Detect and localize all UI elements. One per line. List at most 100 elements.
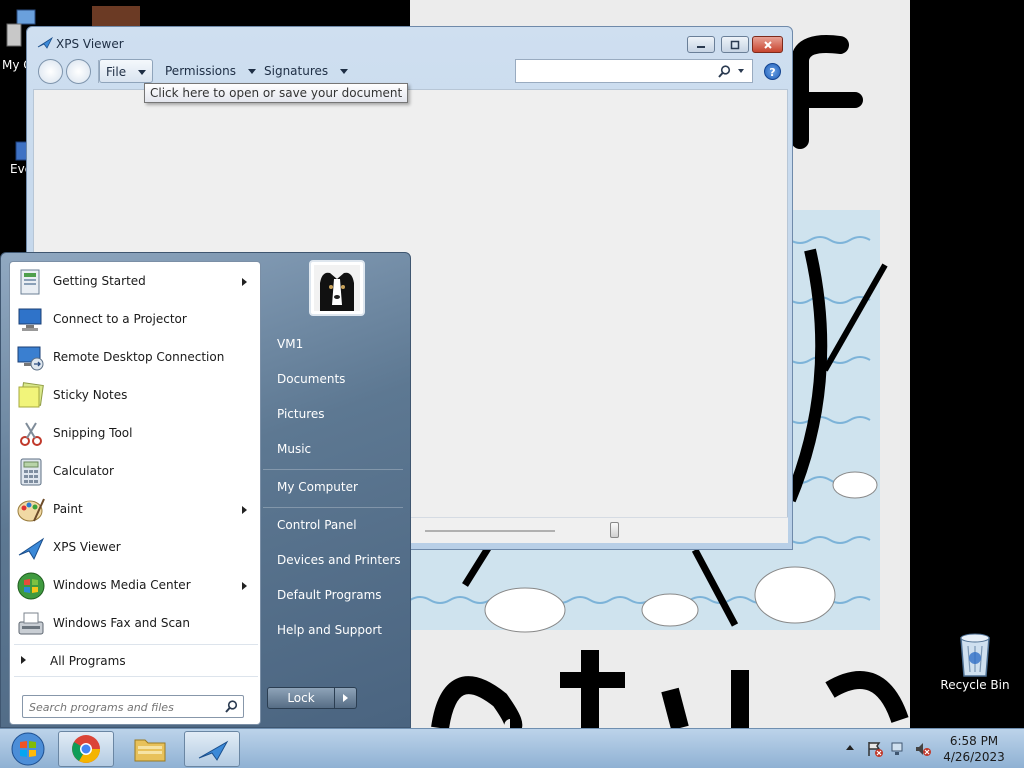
getting-started-icon [20, 269, 40, 295]
network-icon[interactable] [890, 741, 908, 757]
back-button[interactable] [38, 59, 63, 84]
permissions-menu-button[interactable]: Permissions [159, 59, 262, 83]
file-button-tooltip: Click here to open or save your document [144, 83, 409, 103]
recycle-bin-icon [960, 633, 990, 677]
dog-avatar-icon [314, 265, 360, 311]
show-hidden-icons-button[interactable] [846, 745, 854, 750]
maximize-button[interactable] [721, 36, 749, 53]
permissions-menu-label: Permissions [165, 64, 236, 78]
search-options-dropdown-icon[interactable] [738, 69, 744, 73]
xps-viewer-icon [18, 537, 45, 561]
start-item-control-panel[interactable]: Control Panel [267, 510, 407, 540]
close-icon [763, 41, 772, 49]
programs-separator [14, 644, 258, 645]
signatures-menu-button[interactable]: Signatures [258, 59, 354, 83]
chevron-right-icon [242, 278, 247, 286]
program-label: Windows Media Center [53, 578, 191, 592]
maximize-icon [730, 40, 740, 50]
start-item-user[interactable]: VM1 [267, 329, 407, 359]
chevron-right-icon [242, 506, 247, 514]
search-icon[interactable] [225, 700, 238, 713]
paint-icon [17, 498, 45, 522]
start-menu-programs-pane: Getting Started Connect to a Projector R… [9, 261, 261, 725]
start-item-default-programs[interactable]: Default Programs [267, 580, 407, 610]
start-item-documents[interactable]: Documents [267, 364, 407, 394]
program-label: Getting Started [53, 274, 146, 288]
signatures-menu-label: Signatures [264, 64, 329, 78]
chevron-down-icon [339, 69, 348, 74]
projector-icon [18, 308, 42, 331]
xps-viewer-icon [198, 740, 229, 761]
start-item-devices-and-printers[interactable]: Devices and Printers [267, 545, 407, 575]
close-button[interactable] [752, 36, 783, 53]
user-avatar[interactable] [309, 260, 365, 316]
program-label: Connect to a Projector [53, 312, 187, 326]
file-menu-label: File [106, 65, 127, 79]
clock-time: 6:58 PM [949, 734, 999, 748]
program-windows-media-center[interactable]: Windows Media Center [13, 568, 259, 604]
help-button[interactable]: ? [764, 63, 781, 80]
start-orb-icon [11, 732, 45, 766]
chevron-down-icon [247, 69, 256, 74]
zoom-slider-track[interactable] [425, 530, 555, 532]
all-programs-item[interactable]: All Programs [13, 648, 259, 674]
program-connect-to-projector[interactable]: Connect to a Projector [13, 302, 259, 338]
lock-button[interactable]: Lock [267, 687, 335, 709]
file-explorer-icon [134, 739, 166, 762]
start-button[interactable] [2, 731, 54, 767]
action-center-flag-icon[interactable] [866, 741, 884, 757]
search-box[interactable] [515, 59, 753, 83]
system-clock[interactable]: 6:58 PM 4/26/2023 [930, 733, 1018, 765]
programs-separator [14, 676, 258, 677]
chevron-right-icon [21, 656, 26, 664]
media-center-icon [17, 572, 45, 600]
start-item-music[interactable]: Music [267, 434, 407, 464]
minimize-icon [697, 46, 705, 48]
shutdown-options-button[interactable] [335, 687, 357, 709]
window-title: XPS Viewer [56, 37, 124, 51]
chrome-icon [72, 735, 100, 763]
program-label: XPS Viewer [53, 540, 121, 554]
xps-viewer-icon [37, 37, 53, 49]
right-pane-separator [263, 507, 403, 508]
start-item-pictures[interactable]: Pictures [267, 399, 407, 429]
search-programs-input[interactable] [29, 699, 214, 715]
taskbar: 6:58 PM 4/26/2023 [0, 728, 1024, 768]
remote-desktop-icon [17, 346, 44, 371]
program-label: Calculator [53, 464, 114, 478]
search-icon[interactable] [718, 65, 731, 78]
program-calculator[interactable]: Calculator [13, 454, 259, 490]
program-sticky-notes[interactable]: Sticky Notes [13, 378, 259, 414]
program-label: Windows Fax and Scan [53, 616, 191, 630]
start-item-my-computer[interactable]: My Computer [267, 472, 407, 502]
zoom-slider-thumb[interactable] [610, 522, 619, 538]
start-menu: Getting Started Connect to a Projector R… [0, 252, 411, 728]
snipping-tool-icon [20, 422, 42, 446]
program-label: Paint [53, 502, 83, 516]
sticky-notes-icon [18, 382, 44, 408]
program-snipping-tool[interactable]: Snipping Tool [13, 416, 259, 452]
program-paint[interactable]: Paint [13, 492, 259, 528]
minimize-button[interactable] [687, 36, 715, 53]
program-label: Remote Desktop Connection [53, 350, 225, 364]
file-menu-button[interactable]: File [99, 59, 153, 83]
taskbar-xps-viewer[interactable] [184, 731, 240, 767]
program-windows-fax-and-scan[interactable]: Windows Fax and Scan [13, 606, 259, 642]
search-input[interactable] [519, 63, 709, 79]
fax-scan-icon [18, 612, 44, 635]
window-titlebar[interactable]: XPS Viewer [27, 27, 792, 57]
all-programs-label: All Programs [50, 654, 126, 668]
program-xps-viewer[interactable]: XPS Viewer [13, 530, 259, 566]
search-programs-box[interactable] [22, 695, 244, 718]
desktop-icon-label: Recycle Bin [940, 678, 1010, 692]
start-item-help-and-support[interactable]: Help and Support [267, 615, 407, 645]
program-getting-started[interactable]: Getting Started [13, 264, 259, 300]
right-pane-separator [263, 469, 403, 470]
desktop-icon-recycle-bin[interactable]: Recycle Bin [936, 630, 1014, 692]
taskbar-file-explorer[interactable] [122, 731, 178, 767]
program-remote-desktop[interactable]: Remote Desktop Connection [13, 340, 259, 376]
desktop-icon-picture[interactable] [92, 6, 140, 28]
taskbar-chrome[interactable] [58, 731, 114, 767]
forward-button[interactable] [66, 59, 91, 84]
clock-date: 4/26/2023 [943, 750, 1005, 764]
